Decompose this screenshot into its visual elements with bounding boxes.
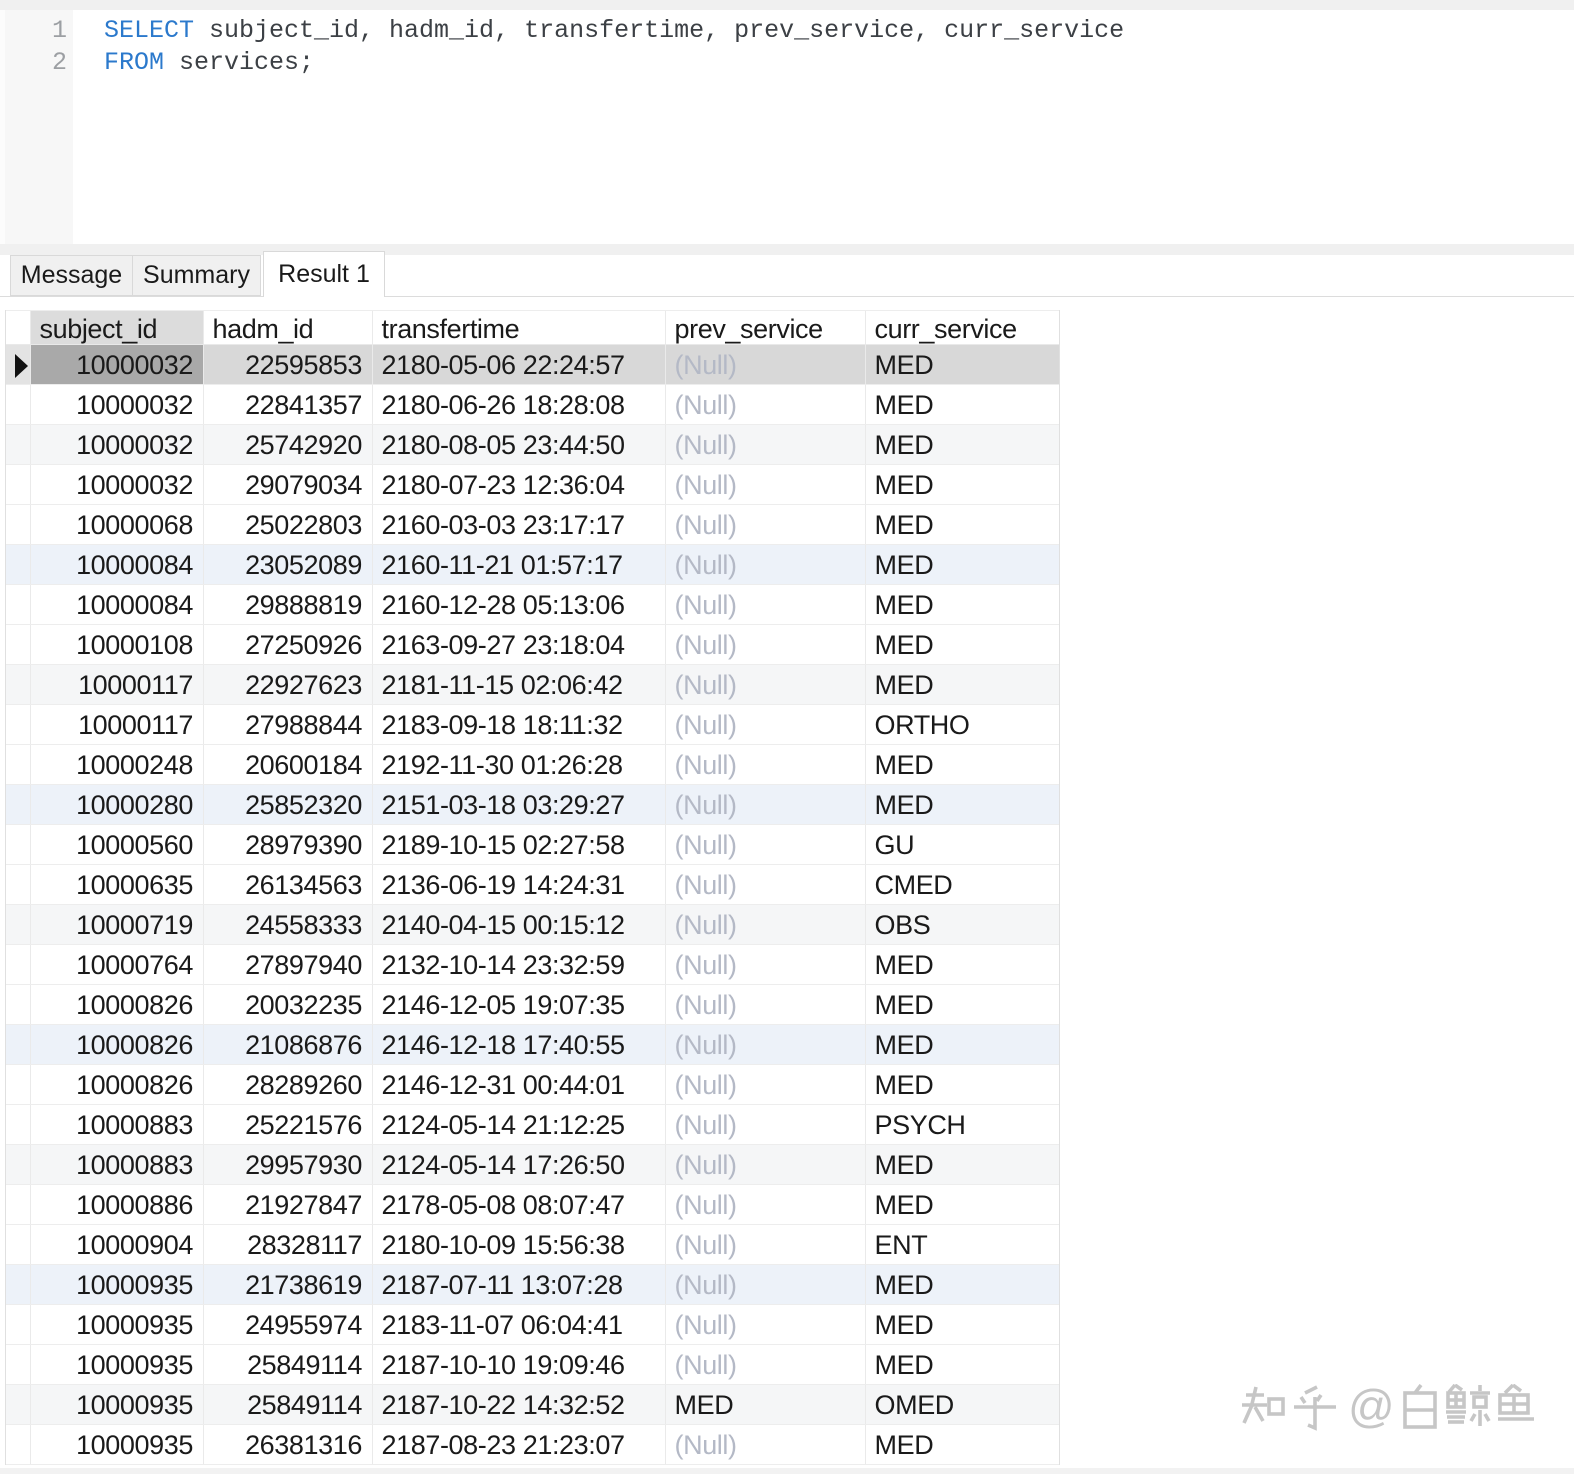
svg-text:@: @ [1348, 1384, 1395, 1432]
